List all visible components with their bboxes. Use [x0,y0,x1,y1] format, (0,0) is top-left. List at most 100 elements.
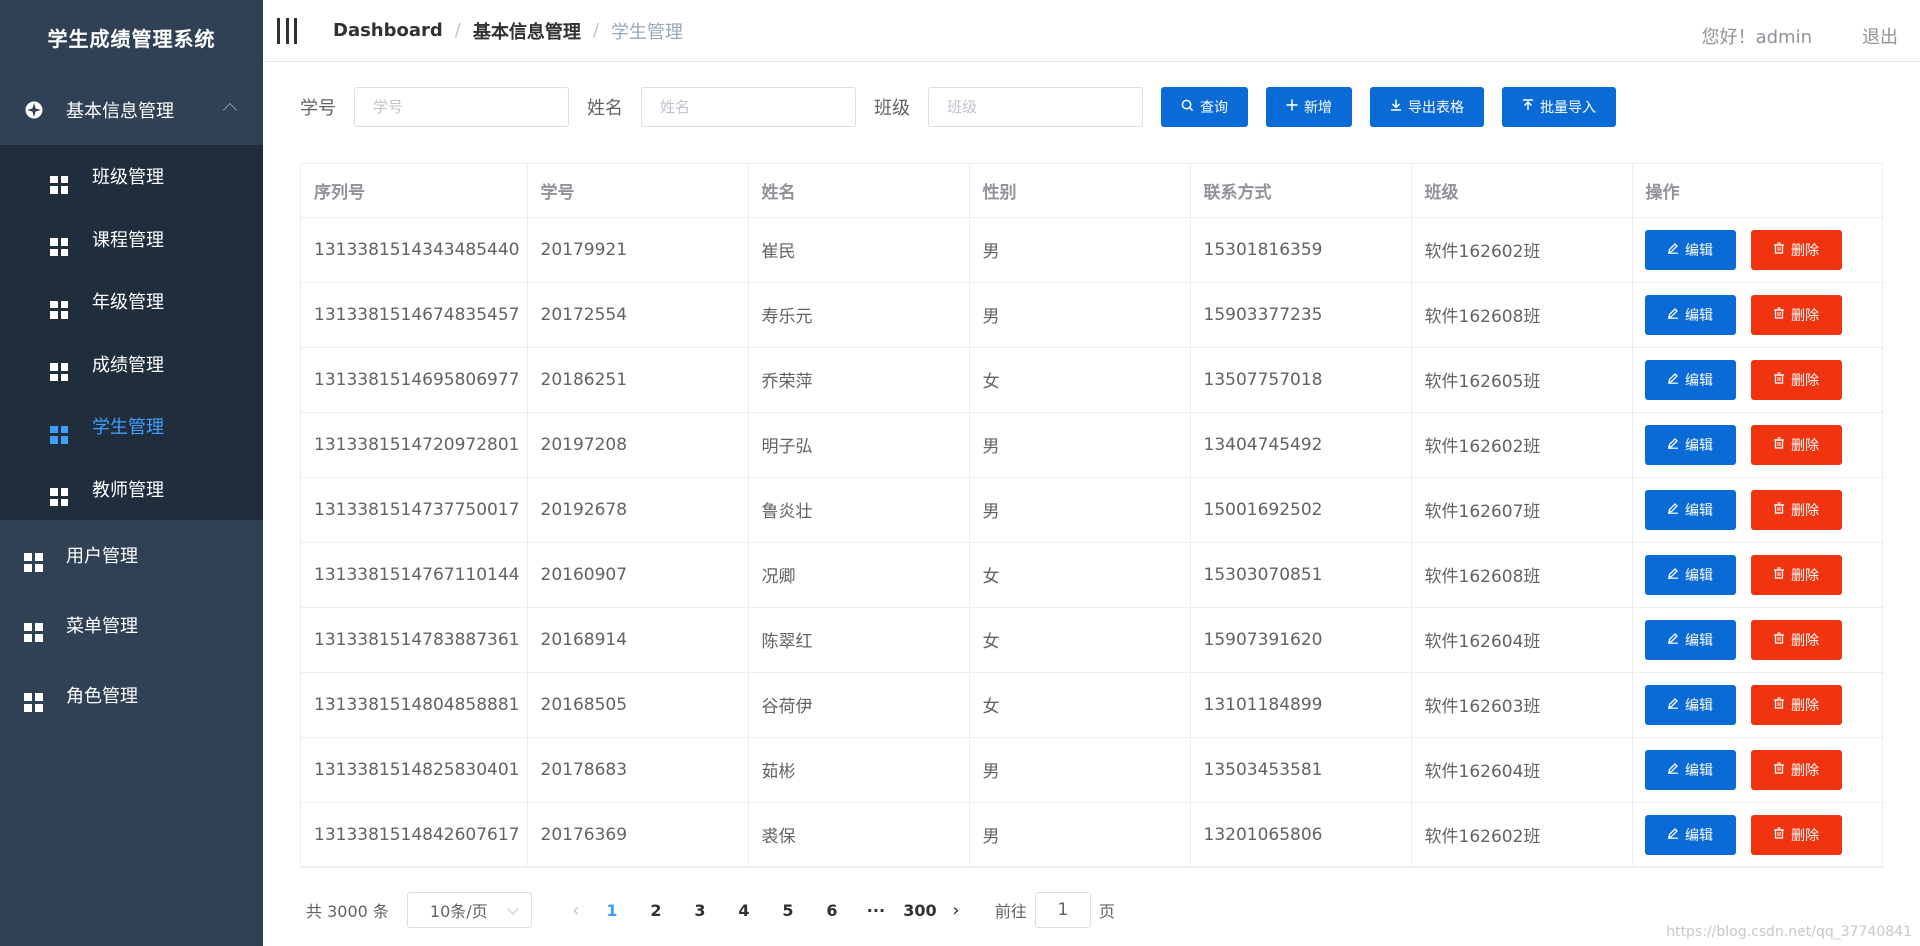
logout-button[interactable]: 退出 [1862,23,1898,49]
page-last[interactable]: 300 [898,901,942,920]
delete-button-label: 删除 [1791,307,1819,324]
class-input[interactable] [928,87,1143,127]
edit-icon [1667,307,1679,323]
edit-button[interactable]: 编辑 [1644,294,1736,335]
sidebar-menu-label: 角色管理 [66,686,138,707]
table-cell: 1313381514720972801 [301,412,528,478]
table-cell: 谷荷伊 [748,672,970,738]
export-button[interactable]: 导出表格 [1370,87,1484,127]
table-cell: 软件162602班 [1411,802,1633,868]
sidebar-menu: 用户管理 菜单管理角色管理 [0,520,263,730]
sidebar-menu-item-0[interactable]: 用户管理 [0,520,263,590]
row-actions: 编辑 删除 [1632,542,1884,608]
export-button-label: 导出表格 [1408,100,1464,116]
page-number[interactable]: 2 [634,901,678,920]
edit-button[interactable]: 编辑 [1644,489,1736,530]
table-row: 1313381514695806977 20186251 乔荣萍女 135077570… [301,347,1884,413]
edit-button[interactable]: 编辑 [1644,359,1736,400]
page-ellipsis[interactable]: ··· [854,901,898,920]
page-size-select[interactable]: 10条/页 [406,892,532,928]
breadcrumb-current: 学生管理 [610,21,683,43]
page-number[interactable]: 3 [678,901,722,920]
trash-icon [1773,436,1785,453]
delete-button[interactable]: 删除 [1750,294,1842,335]
add-button-label: 新增 [1304,100,1332,116]
table-body: 1313381514343485440 20179921 崔民男 1530181635… [301,217,1884,868]
student-id-input[interactable] [354,87,569,127]
goto-page-input[interactable] [1034,892,1091,928]
table-cell: 1313381514825830401 [301,737,528,803]
page-number[interactable]: 5 [766,901,810,920]
breadcrumb-basic-info[interactable]: 基本信息管理 [473,18,581,44]
prev-page-icon[interactable]: ‹ [562,900,590,921]
sidebar-item-5[interactable]: 教师管理 [0,458,263,521]
sidebar-item-label: 班级管理 [92,167,164,189]
edit-button[interactable]: 编辑 [1644,619,1736,660]
page-number[interactable]: 1 [590,901,634,920]
table-cell: 15001692502 [1190,477,1412,543]
delete-button[interactable]: 删除 [1750,749,1842,790]
delete-button[interactable]: 删除 [1750,814,1842,855]
breadcrumb-dashboard[interactable]: Dashboard [333,20,443,41]
row-actions: 编辑 删除 [1632,347,1884,413]
table-cell: 软件162604班 [1411,737,1633,803]
edit-icon [1667,372,1679,388]
delete-button-label: 删除 [1791,242,1819,259]
table-cell: 20176369 [527,802,749,868]
plus-icon [1286,99,1298,115]
delete-button[interactable]: 删除 [1750,619,1842,660]
edit-icon [1667,567,1679,583]
table-cell: 况卿 [748,542,970,608]
edit-button[interactable]: 编辑 [1644,749,1736,790]
sidebar-item-4[interactable]: 学生管理 [0,395,263,458]
sidebar-menu-item-2[interactable]: 角色管理 [0,660,263,730]
trash-icon [1773,761,1785,778]
edit-button[interactable]: 编辑 [1644,684,1736,725]
edit-button[interactable]: 编辑 [1644,424,1736,465]
delete-button[interactable]: 删除 [1750,684,1842,725]
sidebar-item-0[interactable]: 班级管理 [0,145,263,208]
page-number[interactable]: 4 [722,901,766,920]
sidebar-menu-item-1[interactable]: 菜单管理 [0,590,263,660]
query-button[interactable]: 查询 [1161,87,1248,127]
table-cell: 1313381514783887361 [301,607,528,673]
delete-button[interactable]: 删除 [1750,229,1842,270]
name-input[interactable] [641,87,856,127]
delete-button[interactable]: 删除 [1750,489,1842,530]
sidebar-group-basic-info[interactable]: 基本信息管理 [0,75,263,145]
next-page-icon[interactable]: › [942,900,970,921]
table-cell: 13503453581 [1190,737,1412,803]
table-header-row: 序列号 学号 姓名 性别 联系方式 班级 操作 [301,164,1884,218]
edit-button[interactable]: 编辑 [1644,814,1736,855]
import-button[interactable]: 批量导入 [1502,87,1616,127]
compass-icon [24,100,44,120]
page-number[interactable]: 6 [810,901,854,920]
header: Dashboard / 基本信息管理 / 学生管理 [263,0,1920,62]
table-cell: 1313381514343485440 [301,217,528,283]
sidebar-item-label: 年级管理 [92,292,164,314]
grid-icon [50,480,68,507]
add-button[interactable]: 新增 [1266,87,1352,127]
trash-icon [1773,566,1785,583]
table-cell: 15907391620 [1190,607,1412,673]
edit-icon [1667,502,1679,518]
table-cell: 陈翠红 [748,607,970,673]
delete-button[interactable]: 删除 [1750,424,1842,465]
sidebar-item-2[interactable]: 年级管理 [0,270,263,333]
table-cell: 男 [969,412,1191,478]
sidebar-item-1[interactable]: 课程管理 [0,208,263,271]
edit-button[interactable]: 编辑 [1644,554,1736,595]
column-header: 联系方式 [1190,164,1412,218]
table-cell: 鲁炎壮 [748,477,970,543]
hamburger-menu-icon[interactable] [277,17,297,44]
edit-button[interactable]: 编辑 [1644,229,1736,270]
query-button-label: 查询 [1200,100,1228,116]
grid-icon [50,292,68,319]
delete-button[interactable]: 删除 [1750,359,1842,400]
edit-button-label: 编辑 [1685,437,1713,454]
sidebar-item-3[interactable]: 成绩管理 [0,333,263,396]
table-cell: 软件162603班 [1411,672,1633,738]
table-cell: 1313381514767110144 [301,542,528,608]
grid-icon [24,685,44,712]
delete-button[interactable]: 删除 [1750,554,1842,595]
